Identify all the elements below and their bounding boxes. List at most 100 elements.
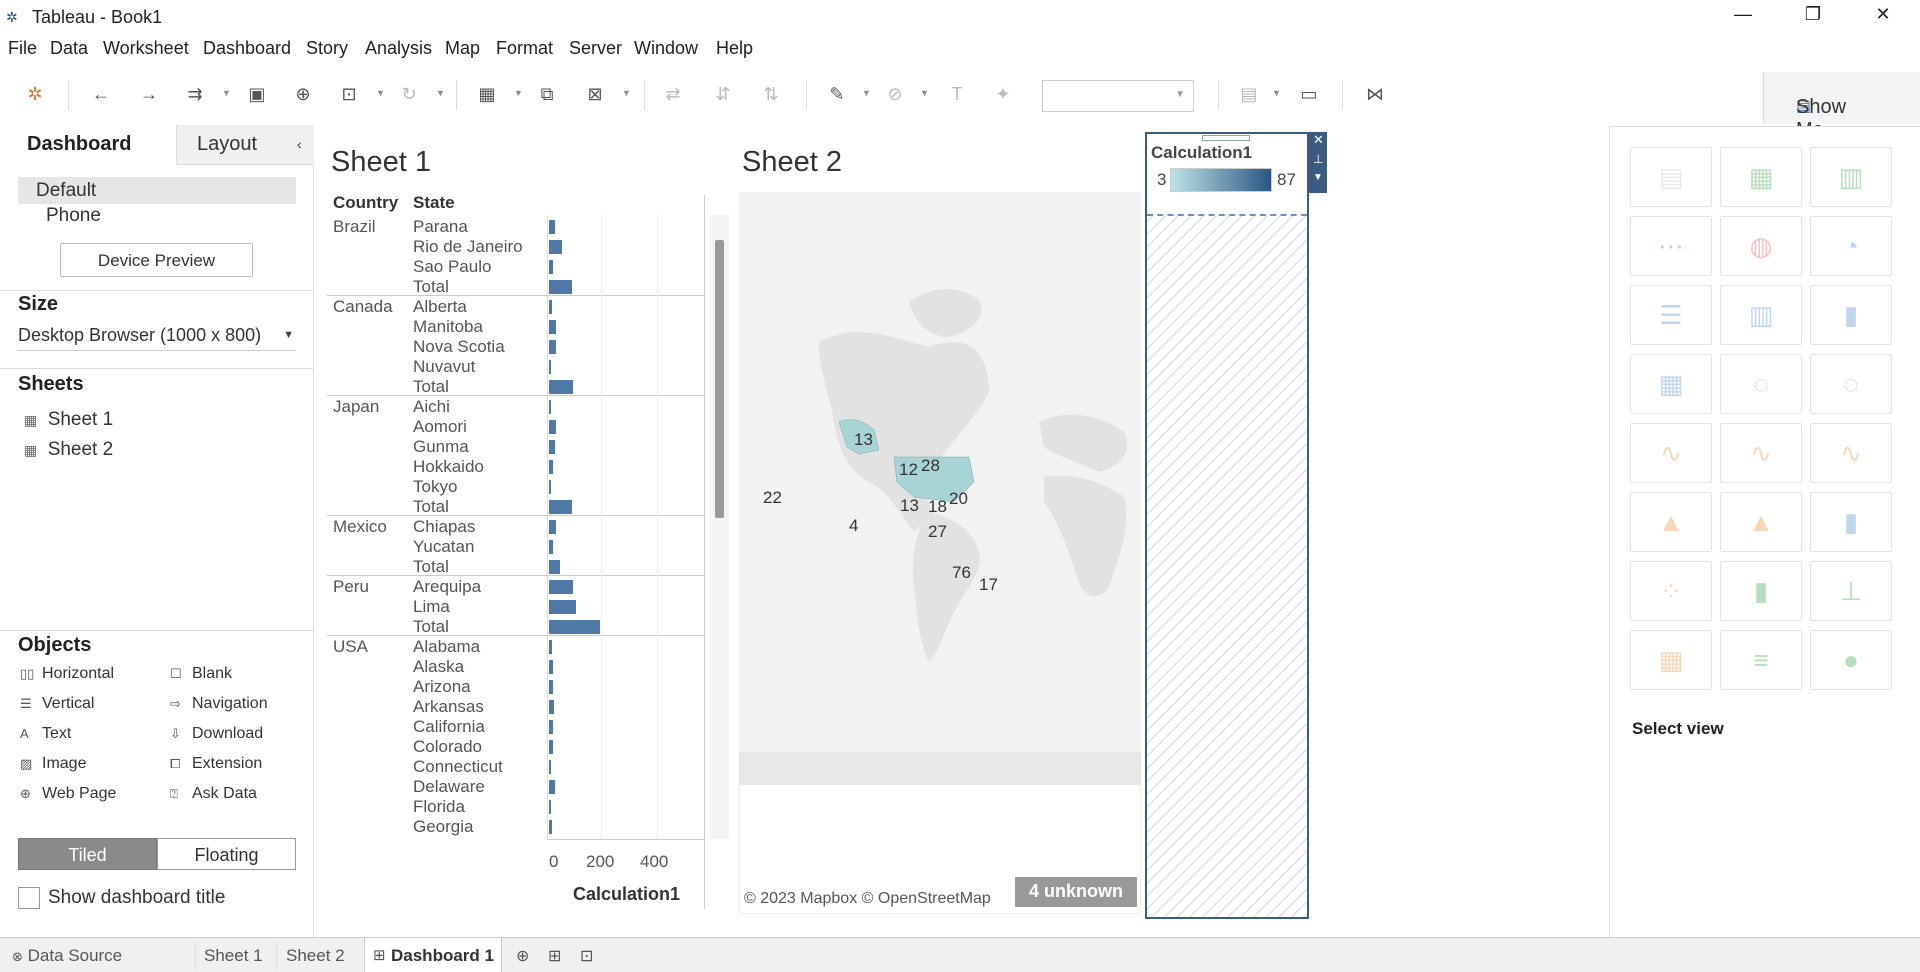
show-me-button[interactable]: ▤ Show Me [1763,72,1920,141]
redo-icon[interactable]: → [136,84,162,105]
bar-mark[interactable] [549,520,557,534]
bar-mark[interactable] [549,460,554,474]
chart-type-thumbnail[interactable]: ▦ [1630,354,1712,414]
device-phone[interactable]: Phone [46,205,101,227]
remove-icon[interactable]: ✕ [1313,132,1324,148]
chart-type-thumbnail[interactable]: ≡ [1720,630,1802,690]
chart-type-thumbnail[interactable]: ▥ [1810,147,1892,207]
chart-type-thumbnail[interactable]: ⋯ [1630,216,1712,276]
more-options-icon[interactable]: ▼ [1313,172,1323,183]
sheet1-scrollbar[interactable] [710,215,729,839]
bar-mark[interactable] [549,540,554,554]
new-worksheet-icon[interactable]: ▦ [474,84,500,105]
color-legend[interactable]: Calculation1 3 87 [1145,132,1309,919]
chart-type-thumbnail[interactable]: ☰ [1630,285,1712,345]
chart-type-thumbnail[interactable]: ▲ [1720,492,1802,552]
scrollbar-thumb[interactable] [715,240,724,518]
bar-mark[interactable] [549,240,562,254]
sort-ascending-icon[interactable]: ⇵ [710,84,736,105]
chart-type-thumbnail[interactable]: ∿ [1630,423,1712,483]
pin-icon[interactable]: ⊥ [1313,152,1323,166]
bar-mark[interactable] [549,300,552,314]
device-default[interactable]: Default [18,177,296,204]
tab-dashboard[interactable]: Dashboard [0,125,176,165]
object-horizontal[interactable]: ▯▯ Horizontal [20,665,114,683]
bar-mark[interactable] [549,780,555,794]
bar-mark[interactable] [549,800,551,814]
bar-mark[interactable] [549,360,552,374]
swap-icon[interactable]: ⇉ [182,84,208,105]
bar-mark[interactable] [549,320,557,334]
object-download[interactable]: ⇩ Download [170,725,263,743]
save-icon[interactable]: ▣ [244,84,270,105]
bar-mark[interactable] [549,620,600,634]
chart-type-thumbnail[interactable]: ▮ [1720,561,1802,621]
bar-mark[interactable] [549,440,555,454]
tab-sheet-1[interactable]: Sheet 1 [204,946,263,966]
new-dashboard-tab-icon[interactable]: ⊞ [548,946,561,966]
bar-mark[interactable] [549,280,572,294]
fix-axes-icon[interactable]: ✦ [990,84,1016,105]
object-text[interactable]: A Text [20,725,71,743]
bar-mark[interactable] [549,740,554,754]
close-icon[interactable]: ✕ [1860,4,1906,30]
menu-window[interactable]: Window [634,38,698,59]
chart-type-thumbnail[interactable]: ∿ [1720,423,1802,483]
chart-type-thumbnail[interactable]: ▤ [1630,147,1712,207]
bar-mark[interactable] [549,580,573,594]
restore-icon[interactable]: ❐ [1790,4,1836,30]
tab-data-source[interactable]: ⊗ Data Source [12,946,122,966]
chart-type-thumbnail[interactable]: ◍ [1720,216,1802,276]
bar-mark[interactable] [549,660,553,674]
menu-format[interactable]: Format [496,38,553,59]
refresh-icon[interactable]: ↻ [396,84,422,105]
bar-mark[interactable] [549,560,561,574]
menu-map[interactable]: Map [445,38,480,59]
bar-mark[interactable] [549,380,573,394]
chart-type-thumbnail[interactable]: ▲ [1630,492,1712,552]
tab-dashboard-1[interactable]: ⊞ Dashboard 1 [364,938,502,972]
chart-type-thumbnail[interactable]: ◌ [1810,354,1892,414]
group-icon[interactable]: ⊘ [882,84,908,105]
tableau-home-icon[interactable]: ✲ [22,84,48,105]
new-worksheet-tab-icon[interactable]: ⊕ [516,946,529,966]
show-labels-icon[interactable]: T [944,84,970,105]
swap-rows-columns-icon[interactable]: ⇄ [660,84,686,105]
object-image[interactable]: ▨ Image [20,755,86,773]
menu-help[interactable]: Help [716,38,753,59]
unknown-indicator[interactable]: 4 unknown [1015,877,1137,907]
clear-sheet-icon[interactable]: ⊠ [582,84,608,105]
object-vertical[interactable]: ☰ Vertical [20,695,94,713]
tab-sheet-2[interactable]: Sheet 2 [286,946,345,966]
chart-type-thumbnail[interactable]: ◌ [1720,354,1802,414]
pause-updates-icon[interactable]: ⊡ [336,84,362,105]
undo-icon[interactable]: ← [88,84,114,105]
bar-mark[interactable] [549,400,551,414]
chart-type-thumbnail[interactable]: ▦ [1720,147,1802,207]
highlight-icon[interactable]: ✎ [824,84,850,105]
collapse-icon[interactable]: ‹ [297,136,302,152]
show-title-checkbox[interactable] [18,887,40,909]
bar-mark[interactable] [549,260,554,274]
duplicate-sheet-icon[interactable]: ⧉ [534,84,560,105]
tiled-toggle[interactable]: Tiled [18,838,157,870]
chart-type-thumbnail[interactable]: ● [1810,630,1892,690]
bar-mark[interactable] [549,720,553,734]
cards-icon[interactable]: ▤ [1236,84,1262,105]
bar-mark[interactable] [549,820,552,834]
object-blank[interactable]: ☐ Blank [170,665,232,683]
bar-mark[interactable] [549,220,555,234]
bar-mark[interactable] [549,600,576,614]
object-ask-data[interactable]: ⍰ Ask Data [170,785,257,803]
bar-mark[interactable] [549,420,557,434]
chart-type-thumbnail[interactable]: ▮ [1810,492,1892,552]
sheet-item-2[interactable]: ▦ Sheet 2 [24,439,113,463]
sort-descending-icon[interactable]: ⇅ [758,84,784,105]
new-story-tab-icon[interactable]: ⊡ [580,946,593,966]
bar-mark[interactable] [549,680,554,694]
menu-story[interactable]: Story [306,38,348,59]
object-navigation[interactable]: ⇨ Navigation [170,695,268,713]
bar-mark[interactable] [549,640,553,654]
share-icon[interactable]: ⋈ [1362,84,1388,105]
bar-mark[interactable] [549,480,552,494]
